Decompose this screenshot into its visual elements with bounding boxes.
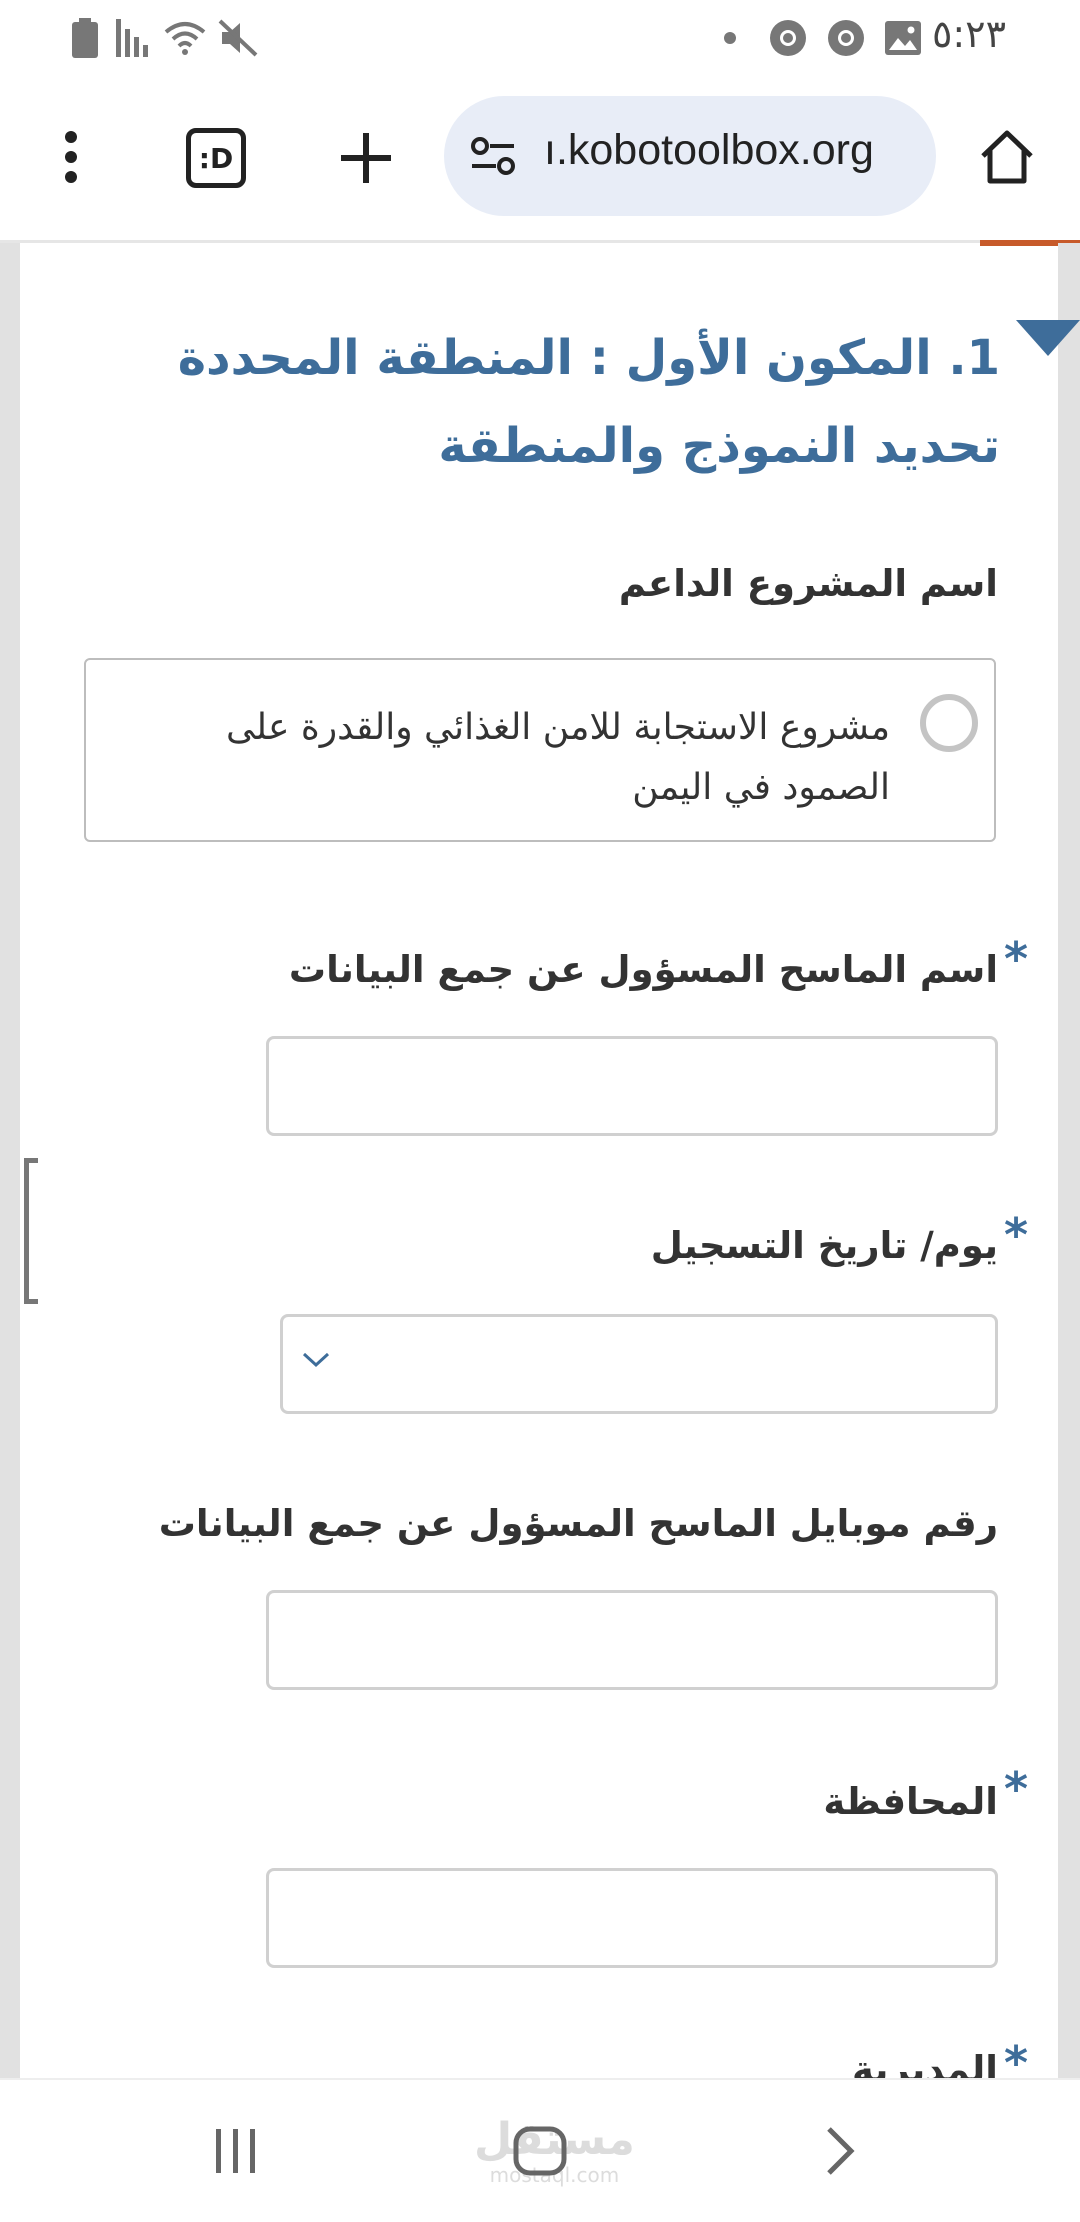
wifi-icon xyxy=(164,18,206,58)
surveyor-name-input[interactable] xyxy=(266,1036,998,1136)
question-label-governorate: المحافظة xyxy=(823,1780,998,1823)
radio-option-box[interactable]: مشروع الاستجابة للامن الغذائي والقدرة عل… xyxy=(84,658,996,842)
clock: ٥:٢٣ xyxy=(931,12,1006,56)
site-settings-icon[interactable] xyxy=(468,132,518,180)
radio-option-label[interactable]: مشروع الاستجابة للامن الغذائي والقدرة عل… xyxy=(210,698,890,818)
tab-switcher-label: :D xyxy=(198,141,234,175)
back-chevron-icon[interactable] xyxy=(800,2080,880,2222)
gallery-icon xyxy=(884,18,922,58)
battery-icon xyxy=(72,18,98,58)
signal-icon xyxy=(116,18,152,58)
required-asterisk: * xyxy=(1004,932,1029,986)
question-label-surveyor-mobile: رقم موبايل الماسح المسؤول عن جمع البيانا… xyxy=(158,1502,998,1545)
page-left-border xyxy=(0,243,20,2078)
url-text: ı.kobotoolbox.org xyxy=(544,126,874,174)
required-asterisk: * xyxy=(1004,1762,1029,1816)
notification-dot-icon xyxy=(723,18,737,58)
new-tab-icon[interactable] xyxy=(336,128,396,188)
question-label-supporting-project: اسم المشروع الداعم xyxy=(618,562,998,605)
system-nav-bar: مستقل mostaql.com xyxy=(0,2078,1080,2222)
tab-switcher-icon[interactable]: :D xyxy=(186,128,246,188)
side-drawer-handle[interactable] xyxy=(24,1158,38,1304)
chrome-icon xyxy=(768,18,808,58)
chrome-icon xyxy=(826,18,866,58)
registration-date-select[interactable] xyxy=(280,1314,998,1414)
group-collapse-icon[interactable] xyxy=(1016,320,1080,356)
recent-apps-icon[interactable] xyxy=(196,2080,276,2222)
chevron-down-icon xyxy=(301,1349,331,1373)
radio-button[interactable] xyxy=(920,694,978,752)
home-icon[interactable] xyxy=(976,126,1038,188)
url-bar[interactable]: ı.kobotoolbox.org xyxy=(444,96,936,216)
browser-toolbar: :D ı.kobotoolbox.org xyxy=(0,76,1080,243)
governorate-input[interactable] xyxy=(266,1868,998,1968)
group-title[interactable]: 1. المكون الأول : المنطقة المحددة تحديد … xyxy=(80,314,1000,490)
question-label-registration-date: يوم/ تاريخ التسجيل xyxy=(650,1224,998,1267)
surveyor-mobile-input[interactable] xyxy=(266,1590,998,1690)
question-label-surveyor-name: اسم الماسح المسؤول عن جمع البيانات xyxy=(288,948,998,991)
required-asterisk: * xyxy=(1004,1208,1029,1262)
status-bar: ٥:٢٣ xyxy=(0,0,1080,76)
menu-dots-icon[interactable] xyxy=(44,120,98,194)
mute-icon xyxy=(218,18,258,58)
home-button-icon[interactable] xyxy=(500,2080,580,2222)
page-scrollbar[interactable] xyxy=(1058,243,1080,2078)
